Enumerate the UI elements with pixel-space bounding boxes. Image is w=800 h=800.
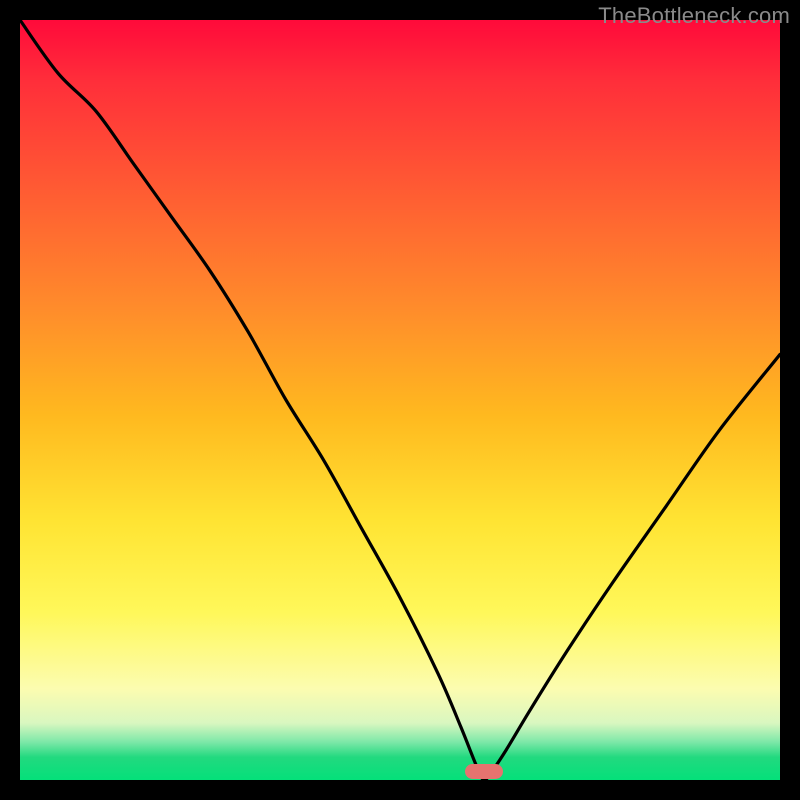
plot-area — [20, 20, 780, 780]
chart-frame: TheBottleneck.com — [0, 0, 800, 800]
attribution-text: TheBottleneck.com — [598, 3, 790, 29]
bottleneck-curve — [20, 20, 780, 780]
minimum-marker — [465, 764, 503, 779]
